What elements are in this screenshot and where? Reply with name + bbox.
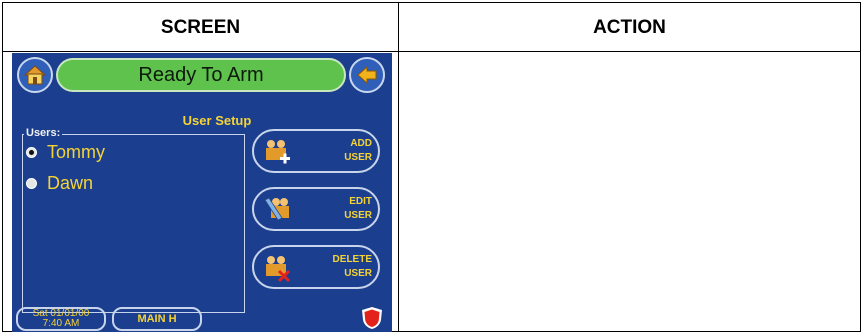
users-label: Users: [24,126,63,140]
date-time-display[interactable]: Sat 01/01/00 7:40 AM [16,307,106,331]
add-user-icon [266,140,290,164]
edit-user-label: EDIT USER [344,196,372,221]
radio-unselected[interactable] [26,177,37,189]
back-arrow-icon [357,65,377,85]
add-user-label: ADD USER [344,138,372,163]
table-header-row: SCREEN ACTION [3,3,860,52]
edit-user-button[interactable]: EDIT USER [252,187,380,231]
delete-user-button[interactable]: DELETE USER [252,245,380,289]
user-list-item[interactable]: Dawn [26,172,93,194]
home-icon [23,65,47,85]
status-text: Ready To Arm [138,63,264,86]
main-button[interactable]: MAIN H [112,307,202,331]
action-column-header: ACTION [593,16,666,38]
screen-title: User Setup [182,113,252,128]
radio-selected[interactable] [26,146,37,158]
home-button[interactable] [17,57,53,93]
back-button[interactable] [349,57,385,93]
delete-user-label: DELETE USER [332,254,372,279]
keypad-screen: Ready To Arm User Setup Users: Tommy Daw… [12,53,392,332]
user-list-item[interactable]: Tommy [26,141,105,163]
radio-dot [29,149,34,155]
emergency-shield-icon[interactable] [359,305,385,331]
user-name: Dawn [47,172,94,193]
status-bar: Ready To Arm [56,58,346,92]
column-divider [398,3,399,331]
time-text: 7:40 AM [42,318,80,329]
delete-user-icon [266,256,291,283]
edit-user-icon [264,197,289,221]
add-user-button[interactable]: ADD USER [252,129,380,173]
main-label: MAIN H [137,313,177,325]
user-name: Tommy [47,141,105,162]
screen-column-header: SCREEN [160,16,241,38]
